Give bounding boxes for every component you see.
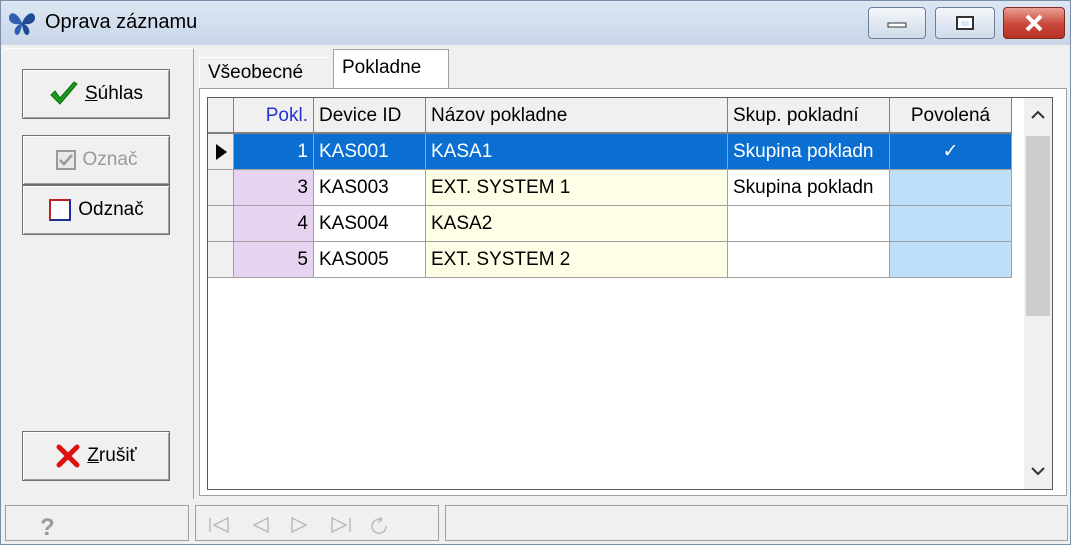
refresh-icon[interactable] — [370, 517, 390, 535]
cell-povolena-checkbox[interactable] — [890, 170, 1012, 206]
pokladne-grid[interactable]: Pokl. Device ID Názov pokladne Skup. pok… — [207, 97, 1053, 490]
minimize-button[interactable] — [868, 7, 926, 39]
suhlas-button[interactable]: Súhlas — [22, 69, 170, 119]
cell-nazov[interactable]: EXT. SYSTEM 2 — [426, 242, 728, 278]
oznac-button[interactable]: Označ — [22, 135, 170, 185]
status-bar: ? — [1, 501, 1070, 545]
cell-nazov[interactable]: KASA1 — [426, 134, 728, 170]
cell-pokl[interactable]: 1 — [234, 134, 314, 170]
close-button[interactable] — [1003, 7, 1065, 39]
table-row[interactable]: 1 KAS001 KASA1 Skupina pokladn ✓ — [208, 134, 1028, 170]
tab-pokladne[interactable]: Pokladne — [333, 49, 449, 89]
tab-vseobecne[interactable]: Všeobecné — [199, 57, 329, 89]
cell-skupina[interactable]: Skupina pokladn — [728, 134, 890, 170]
row-indicator-cell — [208, 206, 234, 242]
oznac-label: Označ — [82, 149, 138, 170]
cell-device-id[interactable]: KAS005 — [314, 242, 426, 278]
table-row[interactable]: 4 KAS004 KASA2 — [208, 206, 1028, 242]
prior-record-icon[interactable] — [250, 517, 270, 533]
help-icon[interactable]: ? — [40, 514, 55, 542]
column-header-skupina[interactable]: Skup. pokladní — [728, 98, 890, 134]
row-indicator-cell — [208, 170, 234, 206]
odznac-button[interactable]: Odznač — [22, 185, 170, 235]
zrusit-button[interactable]: Zrušiť — [22, 431, 170, 481]
cell-skupina[interactable] — [728, 242, 890, 278]
cell-pokl[interactable]: 4 — [234, 206, 314, 242]
cell-nazov[interactable]: KASA2 — [426, 206, 728, 242]
cell-pokl[interactable]: 5 — [234, 242, 314, 278]
cell-povolena-checkbox[interactable] — [890, 206, 1012, 242]
scroll-up-icon[interactable] — [1031, 110, 1045, 120]
column-header-pokl[interactable]: Pokl. — [234, 98, 314, 134]
header-indicator-cell — [208, 98, 234, 134]
first-record-icon[interactable] — [208, 517, 230, 533]
table-row[interactable]: 5 KAS005 EXT. SYSTEM 2 — [208, 242, 1028, 278]
record-navigator — [195, 505, 439, 541]
last-record-icon[interactable] — [330, 517, 352, 533]
checked-box-icon — [55, 150, 76, 170]
next-record-icon[interactable] — [290, 517, 310, 533]
grid-header-row: Pokl. Device ID Názov pokladne Skup. pok… — [208, 98, 1028, 134]
minimize-icon — [887, 22, 907, 28]
cell-pokl[interactable]: 3 — [234, 170, 314, 206]
vertical-scrollbar[interactable] — [1024, 98, 1052, 489]
column-header-povolena[interactable]: Povolená — [890, 98, 1012, 134]
butterfly-app-icon — [9, 13, 35, 35]
cell-skupina[interactable] — [728, 206, 890, 242]
restore-button[interactable] — [935, 7, 995, 39]
empty-box-icon — [49, 199, 72, 221]
close-icon — [1025, 14, 1043, 32]
cell-nazov[interactable]: EXT. SYSTEM 1 — [426, 170, 728, 206]
column-header-device-id[interactable]: Device ID — [314, 98, 426, 134]
cell-device-id[interactable]: KAS001 — [314, 134, 426, 170]
red-x-icon — [56, 444, 80, 468]
cell-device-id[interactable]: KAS003 — [314, 170, 426, 206]
left-button-panel: Súhlas Označ Odznač Zrušiť — [5, 48, 194, 499]
window-title: Oprava záznamu — [45, 11, 198, 33]
scrollbar-thumb[interactable] — [1026, 136, 1050, 316]
table-row[interactable]: 3 KAS003 EXT. SYSTEM 1 Skupina pokladn — [208, 170, 1028, 206]
zrusit-label: Zrušiť — [87, 445, 137, 466]
suhlas-label: Súhlas — [84, 83, 144, 104]
status-panel — [445, 505, 1068, 541]
cell-povolena-checkbox[interactable]: ✓ — [890, 134, 1012, 170]
checkmark-icon — [50, 81, 78, 105]
restore-icon — [956, 16, 974, 30]
odznac-label: Odznač — [78, 199, 144, 220]
cell-povolena-checkbox[interactable] — [890, 242, 1012, 278]
help-panel: ? — [5, 505, 189, 541]
dialog-window: Oprava záznamu Súhlas Označ Odznač Zruši… — [0, 0, 1071, 545]
cell-skupina[interactable]: Skupina pokladn — [728, 170, 890, 206]
title-bar[interactable]: Oprava záznamu — [1, 1, 1070, 45]
scroll-down-icon[interactable] — [1031, 466, 1045, 476]
column-header-nazov[interactable]: Názov pokladne — [426, 98, 728, 134]
row-indicator-cell — [208, 134, 234, 170]
cell-device-id[interactable]: KAS004 — [314, 206, 426, 242]
current-row-arrow-icon — [216, 144, 227, 160]
row-indicator-cell — [208, 242, 234, 278]
